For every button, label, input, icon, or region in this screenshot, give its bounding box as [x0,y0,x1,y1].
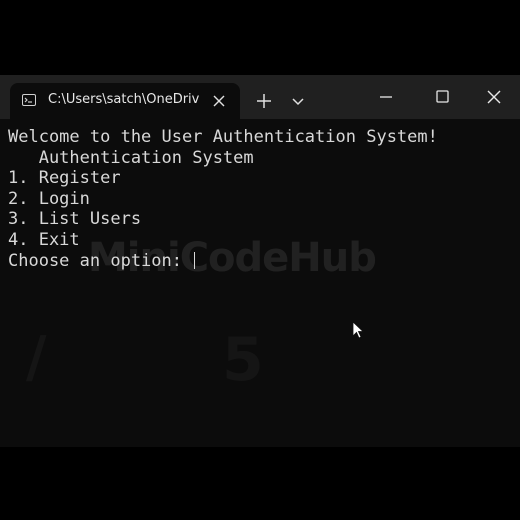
tab-title: C:\Users\satch\OneDriv [48,92,200,107]
close-icon[interactable] [208,90,230,112]
prompt-text: Choose an option: [8,250,193,271]
terminal-output[interactable]: Welcome to the User Authentication Syste… [8,127,512,439]
minimize-icon[interactable] [366,83,406,111]
text-cursor [194,251,196,269]
prompt-line[interactable]: Choose an option: [8,251,512,272]
output-line: 4. Exit [8,229,80,250]
output-line: Welcome to the User Authentication Syste… [8,127,438,147]
chevron-down-icon[interactable] [287,89,309,113]
output-line: Authentication System [8,147,254,168]
maximize-icon[interactable] [422,83,462,111]
terminal-icon [22,94,36,106]
mouse-pointer-icon [352,321,366,341]
terminal-tab[interactable]: C:\Users\satch\OneDriv [10,83,240,119]
output-line: 2. Login [8,188,90,209]
title-bar: C:\Users\satch\OneDriv [0,75,520,119]
output-line: 1. Register [8,168,121,189]
plus-icon[interactable] [252,89,276,113]
output-line: 3. List Users [8,209,142,230]
close-icon[interactable] [474,83,514,111]
terminal-window: C:\Users\satch\OneDriv MiniCodeHub Welco… [0,75,520,447]
screen: C:\Users\satch\OneDriv MiniCodeHub Welco… [0,0,520,520]
